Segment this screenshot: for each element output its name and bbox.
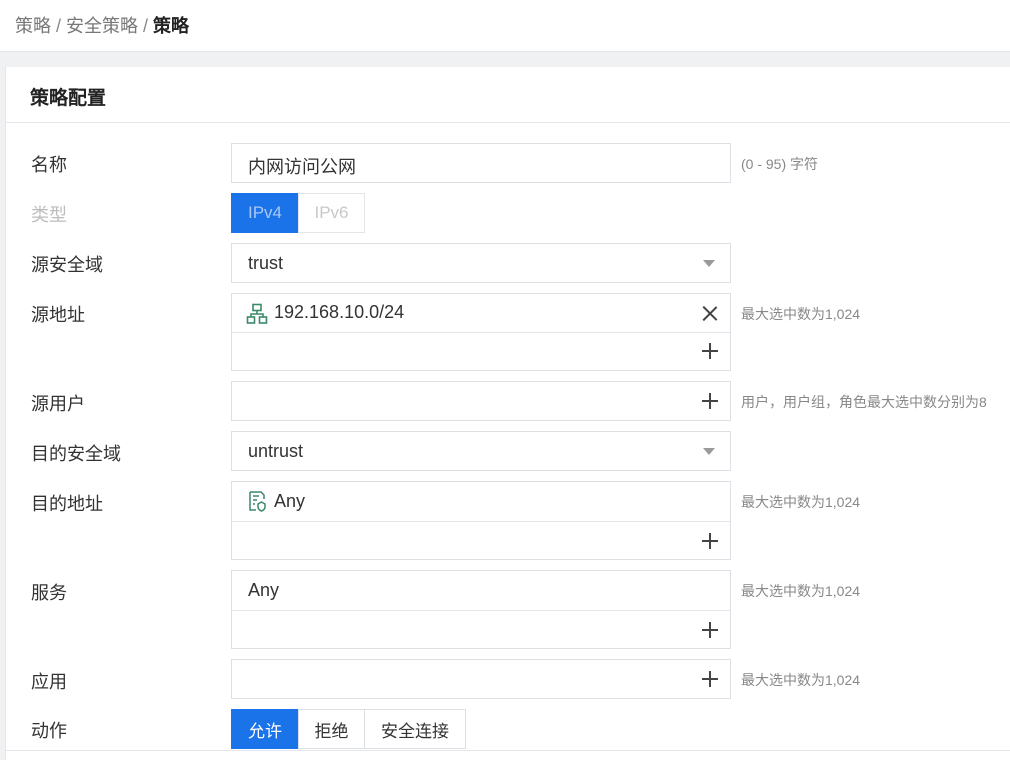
src-zone-label: 源安全域 [31,255,103,275]
src-user-hint: 用户，用户组，角色最大选中数分别为8 [741,394,987,410]
type-option-ipv4: IPv4 [231,193,299,233]
src-user-selector [231,381,731,421]
src-user-label: 源用户 [31,394,85,414]
dst-addr-selector: Any [231,481,731,560]
chevron-down-icon [703,448,715,455]
chevron-down-icon [703,260,715,267]
action-option-deny[interactable]: 拒绝 [298,709,365,749]
add-src-user-icon[interactable] [702,393,718,409]
src-zone-select[interactable]: trust [231,243,731,283]
service-item: Any [248,580,280,600]
add-src-addr-icon[interactable] [702,343,718,359]
breadcrumb-separator: / [56,16,62,36]
action-label: 动作 [31,721,67,741]
app-selector [231,659,731,699]
top-bar: 策略 / 安全策略 / 策略 [0,0,1010,52]
action-option-secure-connect[interactable]: 安全连接 [364,709,466,749]
src-addr-label: 源地址 [31,305,85,325]
breadcrumb-current: 策略 [153,16,190,36]
breadcrumb-item-policy[interactable]: 策略 [15,16,51,36]
action-option-allow[interactable]: 允许 [231,709,299,749]
field-divider [232,332,730,333]
card-title: 策略配置 [30,88,107,109]
add-service-icon[interactable] [702,622,718,638]
name-hint: (0 - 95) 字符 [741,156,819,172]
name-label: 名称 [31,155,67,175]
name-input[interactable]: 内网访问公网 [231,143,731,183]
breadcrumb-item-security-policy[interactable]: 安全策略 [66,16,138,36]
card-header: 策略配置 [6,67,1010,123]
card-divider [6,750,1010,751]
breadcrumb-separator: / [143,16,149,36]
dst-addr-label: 目的地址 [31,494,103,514]
field-divider [232,521,730,522]
field-divider [232,610,730,611]
type-label: 类型 [31,205,67,225]
action-segmented-control: 允许 拒绝 安全连接 [231,709,466,749]
network-topology-icon [246,303,268,325]
service-selector: Any [231,570,731,649]
src-addr-selector: 192.168.10.0/24 [231,293,731,371]
type-option-ipv6: IPv6 [298,193,365,233]
dst-addr-item: Any [274,491,306,511]
service-hint: 最大选中数为1,024 [741,583,861,599]
remove-item-icon[interactable] [702,306,717,321]
add-dst-addr-icon[interactable] [702,533,718,549]
service-label: 服务 [31,583,67,603]
src-addr-item: 192.168.10.0/24 [274,302,405,322]
address-book-icon [246,490,268,512]
add-app-icon[interactable] [702,671,718,687]
src-zone-value: trust [248,253,284,273]
name-input-value: 内网访问公网 [248,157,356,177]
app-hint: 最大选中数为1,024 [741,672,861,688]
type-segmented-control: IPv4 IPv6 [231,193,365,233]
dst-zone-select[interactable]: untrust [231,431,731,471]
dst-addr-hint: 最大选中数为1,024 [741,494,861,510]
dst-zone-value: untrust [248,441,304,461]
breadcrumb: 策略 / 安全策略 / 策略 [15,12,189,38]
dst-zone-label: 目的安全域 [31,444,121,464]
app-label: 应用 [31,672,67,692]
policy-config-card: 策略配置 名称 内网访问公网 (0 - 95) 字符 类型 IPv4 IPv6 … [5,67,1010,760]
src-addr-hint: 最大选中数为1,024 [741,306,861,322]
